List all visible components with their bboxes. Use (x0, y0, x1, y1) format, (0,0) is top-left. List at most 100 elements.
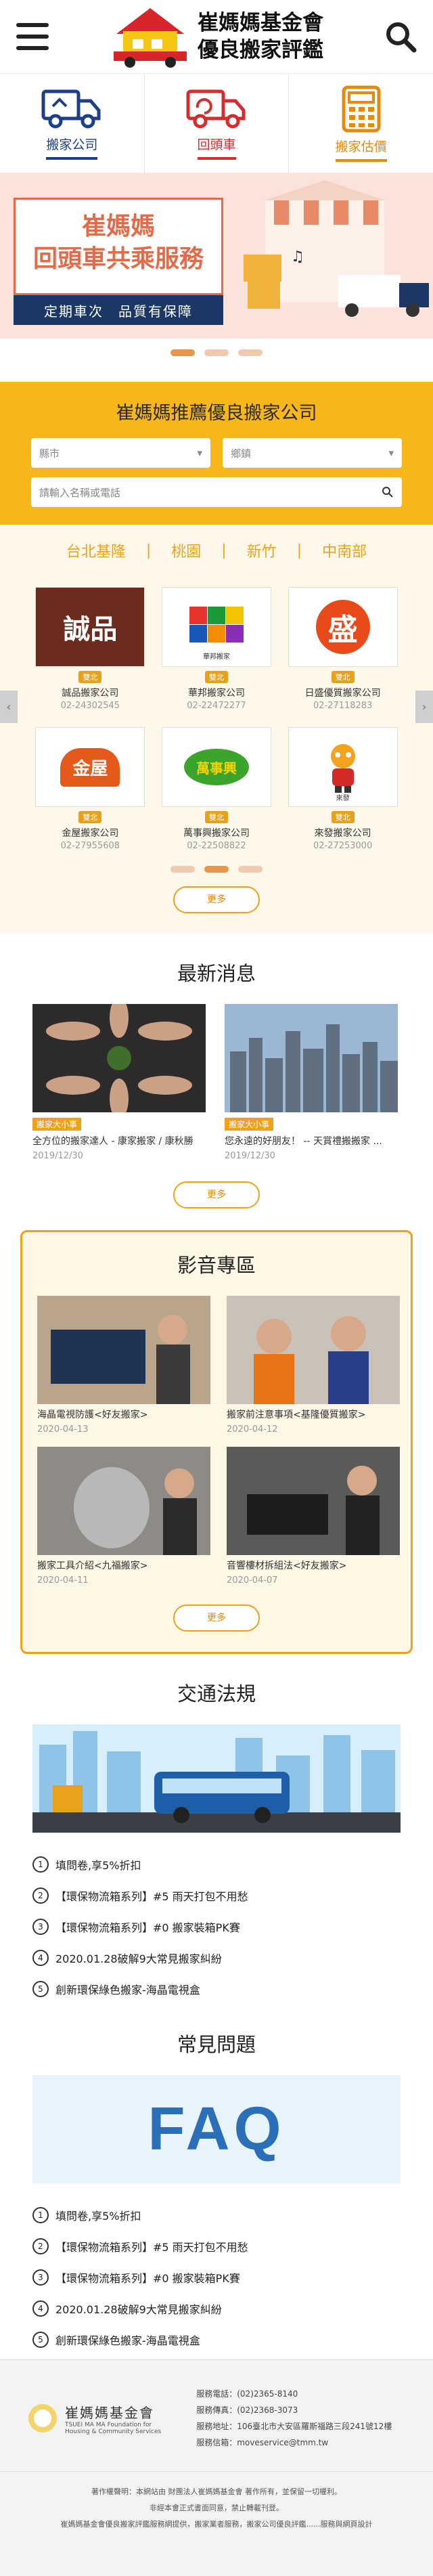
faq-item-text: 創新環保綠色搬家-海晶電視盒 (55, 2334, 200, 2347)
company-card[interactable]: 萬事興 雙北 萬事興搬家公司 02-22508822 (154, 727, 280, 851)
company-card[interactable]: 華邦搬家 雙北 華邦搬家公司 02-22472277 (154, 587, 280, 711)
service-return-truck[interactable]: 回頭車 (145, 74, 290, 173)
tab-hsinchu[interactable]: 新竹 (227, 537, 297, 564)
faq-list-item[interactable]: 2 【環保物流箱系列】#5 雨天打包不用愁 (32, 2231, 401, 2262)
banner-line-2: 回頭車共乘服務 (32, 245, 204, 273)
tab-divider: | (145, 542, 152, 559)
traffic-list-item[interactable]: 2 【環保物流箱系列】#5 雨天打包不用愁 (32, 1880, 401, 1911)
service-moving-company[interactable]: 搬家公司 (0, 74, 145, 173)
footer-logo: 崔媽媽基金會 TSUEI MA MA Foundation for Housin… (27, 2402, 161, 2435)
company-name: 金屋搬家公司 (62, 828, 119, 839)
service-nav: 搬家公司 回頭車 搬家估價 (0, 73, 433, 173)
tab-south-central[interactable]: 中南部 (302, 537, 387, 564)
company-phone: 02-24302545 (60, 701, 120, 711)
video-card[interactable]: 搬家前注意事項<基隆優質搬家> 2020-04-12 (227, 1296, 400, 1435)
number-3-icon: 3 (32, 1919, 49, 1935)
company-dot[interactable] (238, 866, 263, 873)
tab-taoyuan[interactable]: 桃園 (151, 537, 221, 564)
number-4-icon: 4 (32, 1950, 49, 1966)
company-logo: 金屋 (35, 727, 145, 807)
faq-item-text: 2020.01.28破解9大常見搬家糾紛 (55, 2303, 222, 2316)
company-name: 日盛優質搬家公司 (304, 688, 381, 699)
footer-email[interactable]: 服務信箱：moveservice@tmm.tw (196, 2435, 392, 2451)
faq-section: 常見問題 FAQ 1 填問卷,享5%折扣 2 【環保物流箱系列】#5 雨天打包不用愁… (0, 2005, 433, 2355)
video-card[interactable]: 搬家工具介紹<九福搬家> 2020-04-11 (37, 1447, 210, 1586)
copyright-line-1: 著作權聲明：本網站由 財團法人崔媽媽基金會 著作所有，並保留一切權利。 (91, 2487, 342, 2496)
footer-org-en-2: Housing & Community Services (65, 2428, 162, 2435)
video-date: 2020-04-11 (37, 1575, 89, 1586)
news-section: 最新消息 搬家大小事 全方位的搬家達人 - 康家搬家 / 康秋勝 2019/12… (0, 934, 433, 1208)
number-2-icon: 2 (32, 2238, 49, 2254)
traffic-list-item[interactable]: 4 2020.01.28破解9大常見搬家糾紛 (32, 1942, 401, 1973)
district-select[interactable]: 鄉鎮 ▾ (223, 438, 402, 468)
company-logo-text: 華邦搬家 (202, 653, 230, 661)
video-card[interactable]: 音響樓材拆組法<好友搬家> 2020-04-07 (227, 1447, 400, 1586)
video-card[interactable]: 海晶電視防護<好友搬家> 2020-04-13 (37, 1296, 210, 1435)
traffic-section: 交通法規 1 填問卷,享5%折扣 2 【環保物流箱系列】#5 雨天打包不用愁 3 【環… (0, 1654, 433, 2005)
faq-title: 常見問題 (177, 2033, 256, 2056)
company-dot[interactable] (170, 866, 195, 873)
faq-item-text: 【環保物流箱系列】#5 雨天打包不用愁 (55, 2241, 248, 2254)
news-date: 2019/12/30 (225, 1151, 275, 1161)
faq-list-item[interactable]: 3 【環保物流箱系列】#0 搬家裝箱PK賽 (32, 2262, 401, 2293)
banner-strip: 定期車次 品質有保障 (14, 295, 223, 325)
company-dot[interactable] (204, 866, 229, 873)
news-card[interactable]: 搬家大小事 全方位的搬家達人 - 康家搬家 / 康秋勝 2019/12/30 (32, 1004, 208, 1161)
companies-more-button[interactable]: 更多 (173, 886, 260, 913)
video-more-button[interactable]: 更多 (173, 1604, 260, 1632)
tab-taipei-keelung[interactable]: 台北基隆 (46, 537, 146, 564)
company-card[interactable]: 誠品 雙北 誠品搬家公司 02-24302545 (27, 587, 154, 711)
company-name: 誠品搬家公司 (62, 688, 119, 699)
video-caption: 音響樓材拆組法<好友搬家> (227, 1560, 347, 1571)
faq-item-text: 填問卷,享5%折扣 (55, 2210, 141, 2223)
company-logo: 誠品 (35, 587, 145, 667)
chevron-down-icon: ▾ (197, 447, 202, 459)
company-logo: 華邦搬家 (161, 587, 271, 667)
faq-list-item[interactable]: 5 創新環保綠色搬家-海晶電視盒 (32, 2324, 401, 2355)
menu-icon[interactable] (16, 23, 49, 50)
traffic-list-item[interactable]: 3 【環保物流箱系列】#0 搬家裝箱PK賽 (32, 1911, 401, 1942)
traffic-list-item[interactable]: 5 創新環保綠色搬家-海晶電視盒 (32, 1973, 401, 2005)
traffic-list-item[interactable]: 1 填問卷,享5%折扣 (32, 1849, 401, 1880)
logo-line-1: 崔媽媽基金會 (198, 11, 323, 35)
traffic-item-text: 創新環保綠色搬家-海晶電視盒 (55, 1984, 200, 1996)
carousel-next-icon[interactable]: › (415, 691, 433, 723)
company-card[interactable]: 盛 雙北 日盛優質搬家公司 02-27118283 (279, 587, 406, 711)
site-logo[interactable]: 崔媽媽基金會 優良搬家評鑑 (110, 4, 323, 69)
news-thumbnail (225, 1004, 401, 1112)
banner-dot[interactable] (204, 349, 229, 356)
news-card[interactable]: 搬家大小事 您永遠的好朋友！ -- 天賞禮搬搬家 ... 2019/12/30 (225, 1004, 401, 1161)
company-phone: 02-22508822 (187, 841, 246, 851)
company-phone: 02-27253000 (313, 841, 373, 851)
company-card[interactable]: 金屋 雙北 金屋搬家公司 02-27955608 (27, 727, 154, 851)
copyright-line-2: 非經本會正式書面同意，禁止轉載刊登。 (150, 2504, 283, 2512)
promo-banner[interactable]: ♫ 崔媽媽 回頭車共乘服務 定期車次 品質有保障 (0, 173, 433, 339)
region-badge: 雙北 (331, 811, 355, 823)
chevron-down-icon: ▾ (388, 447, 394, 459)
foundation-logo-icon (28, 2404, 57, 2432)
service-estimate[interactable]: 搬家估價 (289, 74, 433, 173)
region-badge: 雙北 (204, 671, 228, 683)
video-date: 2020-04-12 (227, 1424, 278, 1435)
company-logo: 萬事興 (161, 727, 271, 807)
banner-dot[interactable] (170, 349, 195, 356)
traffic-title: 交通法規 (177, 1682, 256, 1705)
search-icon[interactable] (384, 20, 417, 53)
footer-address: 服務地址：106臺北市大安區羅斯福路三段241號12樓 (196, 2422, 392, 2431)
carousel-prev-icon[interactable]: ‹ (0, 691, 18, 723)
number-3-icon: 3 (32, 2269, 49, 2286)
faq-list-item[interactable]: 4 2020.01.28破解9大常見搬家糾紛 (32, 2293, 401, 2324)
banner-dot[interactable] (238, 349, 263, 356)
faq-list-item[interactable]: 1 填問卷,享5%折扣 (32, 2200, 401, 2231)
search-icon[interactable] (382, 486, 394, 498)
company-card[interactable]: 來發 雙北 來發搬家公司 02-27253000 (279, 727, 406, 851)
video-date: 2020-04-13 (37, 1424, 89, 1435)
company-search-input[interactable]: 請輸入名稱或電話 (31, 477, 402, 507)
traffic-item-text: 【環保物流箱系列】#0 搬家裝箱PK賽 (55, 1921, 240, 1934)
city-select-value: 縣市 (39, 447, 60, 460)
news-more-button[interactable]: 更多 (173, 1181, 260, 1208)
news-thumbnail (32, 1004, 208, 1112)
city-select[interactable]: 縣市 ▾ (31, 438, 210, 468)
faq-list: 1 填問卷,享5%折扣 2 【環保物流箱系列】#5 雨天打包不用愁 3 【環保物流箱系… (32, 2200, 401, 2355)
company-logo-text: 萬事興 (183, 749, 249, 785)
